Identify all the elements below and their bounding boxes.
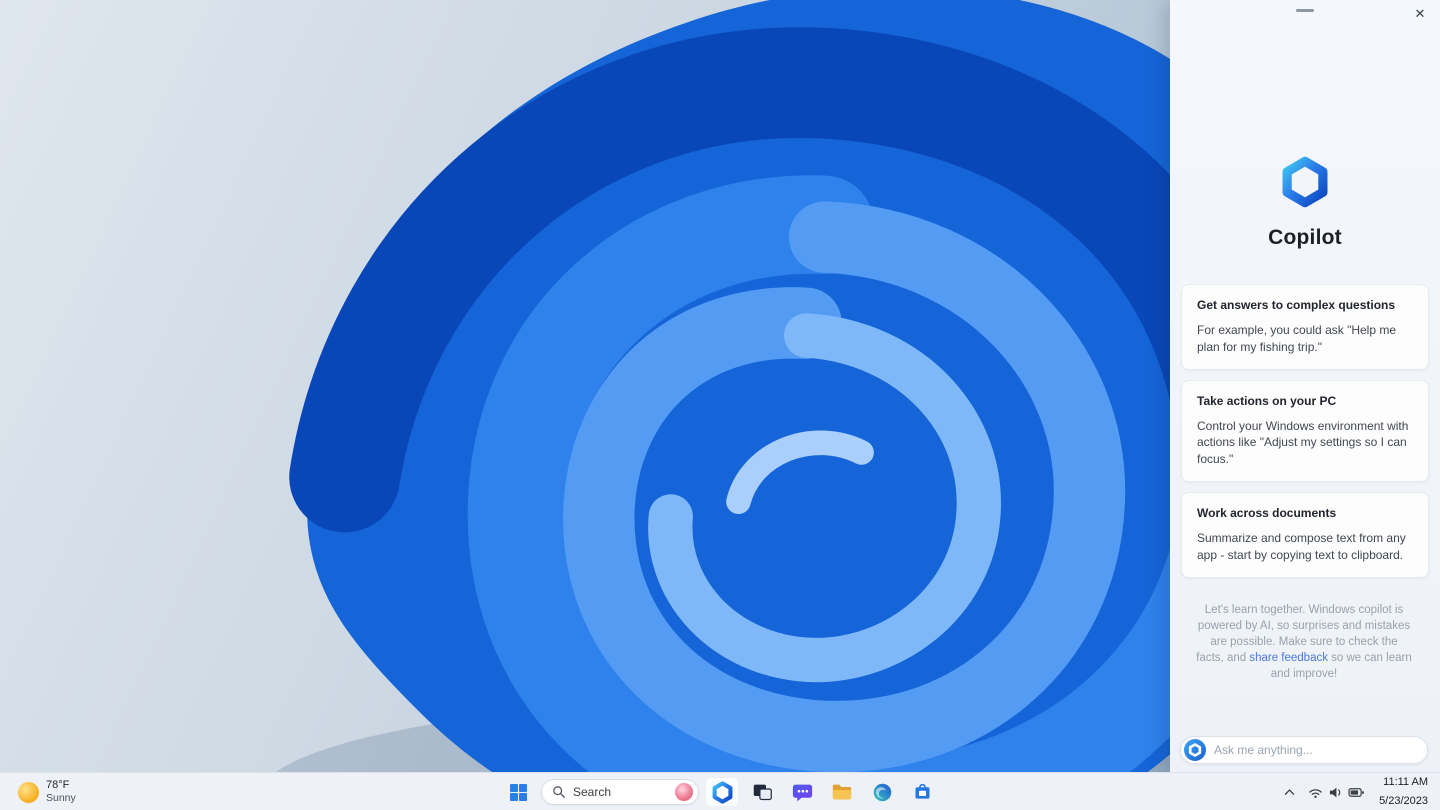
ai-disclaimer: Let's learn together. Windows copilot is… xyxy=(1196,602,1412,682)
suggestion-card-documents[interactable]: Work across documents Summarize and comp… xyxy=(1181,491,1429,578)
card-body: Control your Windows environment with ac… xyxy=(1197,418,1409,467)
suggestion-card-actions[interactable]: Take actions on your PC Control your Win… xyxy=(1181,379,1429,482)
close-icon[interactable]: ✕ xyxy=(1408,2,1432,26)
panel-header: Copilot xyxy=(1170,156,1440,250)
sun-icon xyxy=(18,781,39,803)
suggestion-card-answers[interactable]: Get answers to complex questions For exa… xyxy=(1181,284,1429,370)
weather-temperature: 78°F xyxy=(46,779,70,792)
search-daily-image-icon xyxy=(675,783,693,801)
battery-icon xyxy=(1348,787,1364,797)
search-icon xyxy=(553,786,565,798)
chevron-up-icon xyxy=(1284,788,1295,795)
copilot-icon xyxy=(711,781,734,804)
edge-button[interactable] xyxy=(865,777,899,807)
panel-controls: ✕ xyxy=(1170,0,1440,30)
card-body: Summarize and compose text from any app … xyxy=(1197,530,1406,562)
clock[interactable]: 11:11 AM 5/23/2023 xyxy=(1373,775,1434,807)
copilot-badge-icon xyxy=(1184,739,1206,761)
weather-widget[interactable]: 78°F Sunny xyxy=(10,773,84,810)
ask-input[interactable] xyxy=(1214,743,1417,757)
tray-time: 11:11 AM xyxy=(1383,775,1428,788)
chat-button[interactable] xyxy=(785,777,819,807)
search-box[interactable]: Search xyxy=(541,779,699,805)
copilot-logo-icon xyxy=(1279,156,1331,208)
copilot-panel: ✕ Copilot Get answers to complex questio… xyxy=(1170,0,1440,772)
share-feedback-link[interactable]: share feedback xyxy=(1249,652,1328,664)
card-body: For example, you could ask "Help me plan… xyxy=(1197,323,1397,354)
screen: ✕ Copilot Get answers to complex questio… xyxy=(0,0,1440,810)
windows-logo-icon xyxy=(509,783,527,801)
taskbar: 78°F Sunny Search 11:11 AM 5/23/2023 xyxy=(0,772,1440,810)
ask-bar xyxy=(1180,736,1428,764)
card-heading: Get answers to complex questions xyxy=(1197,298,1396,312)
wifi-icon xyxy=(1309,788,1322,798)
edge-icon xyxy=(873,783,891,801)
suggestion-cards: Get answers to complex questions For exa… xyxy=(1170,284,1440,578)
card-heading: Take actions on your PC xyxy=(1197,393,1337,408)
store-button[interactable] xyxy=(905,777,939,807)
file-explorer-button[interactable] xyxy=(825,777,859,807)
system-tray: 11:11 AM 5/23/2023 xyxy=(1279,773,1434,810)
volume-icon xyxy=(1329,787,1341,797)
start-button[interactable] xyxy=(501,777,535,807)
task-view-button[interactable] xyxy=(745,777,779,807)
taskbar-center: Search xyxy=(501,773,939,810)
weather-condition: Sunny xyxy=(46,792,76,805)
file-explorer-icon xyxy=(832,784,852,800)
store-icon xyxy=(915,783,929,799)
panel-title: Copilot xyxy=(1268,226,1342,249)
chat-icon xyxy=(792,784,812,801)
card-heading: Work across documents xyxy=(1197,505,1337,520)
task-view-icon xyxy=(753,784,772,800)
network-volume-battery-button[interactable] xyxy=(1304,777,1369,807)
tray-date: 5/23/2023 xyxy=(1379,794,1428,807)
tray-overflow-button[interactable] xyxy=(1279,777,1300,807)
search-label: Search xyxy=(573,785,612,799)
panel-drag-handle[interactable] xyxy=(1296,9,1314,12)
copilot-taskbar-button[interactable] xyxy=(705,777,739,807)
